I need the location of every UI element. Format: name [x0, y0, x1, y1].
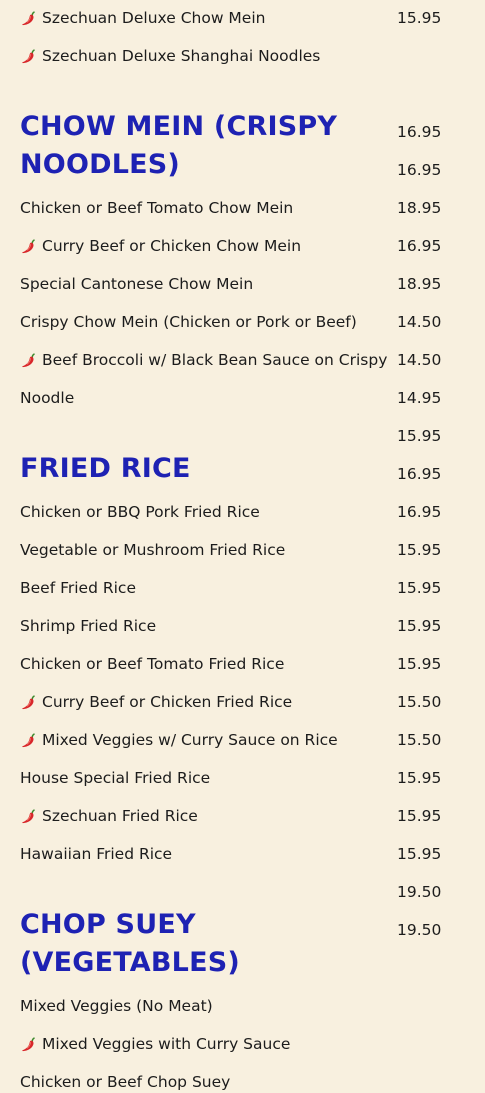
menu-item: Chicken or Beef Chop Suey [20, 1071, 390, 1093]
menu-item-name: House Special Fried Rice [20, 769, 211, 787]
menu-item: Beef Fried Rice [20, 577, 390, 599]
menu-item-name: Beef Fried Rice [20, 579, 136, 597]
menu-item: Chicken or BBQ Pork Fried Rice [20, 501, 390, 523]
menu-item-price: 15.95 [397, 541, 442, 559]
menu-item: Chicken or Beef Tomato Chow Mein [20, 197, 390, 219]
menu-item-price: 16.95 [397, 161, 442, 179]
menu-item: Special Cantonese Chow Mein [20, 273, 390, 295]
menu-item-price: 16.95 [397, 465, 442, 483]
menu-item-name: Noodle [20, 389, 75, 407]
menu-item-name: Special Cantonese Chow Mein [20, 275, 254, 293]
menu-item: Szechuan Fried Rice [20, 805, 390, 827]
menu-item-price: 15.95 [397, 845, 442, 863]
menu-item-name: Szechuan Deluxe Shanghai Noodles [42, 47, 321, 65]
menu-item-price: 15.95 [397, 9, 442, 27]
menu-item-name: Chicken or Beef Chop Suey [20, 1073, 231, 1091]
menu-item: Szechuan Deluxe Chow Mein [20, 7, 390, 29]
menu-item: Vegetable or Mushroom Fried Rice [20, 539, 390, 561]
menu-item-name: Mixed Veggies with Curry Sauce [42, 1035, 291, 1053]
section-heading: CHOP SUEY (VEGETABLES) [20, 906, 390, 982]
section-heading-line: NOODLES) [20, 149, 180, 180]
menu-item-price: 19.50 [397, 921, 442, 939]
menu-item-name: Chicken or Beef Tomato Fried Rice [20, 655, 285, 673]
menu-item-price: 15.95 [397, 617, 442, 635]
menu-item-name: Szechuan Deluxe Chow Mein [42, 9, 266, 27]
menu-item-name: Mixed Veggies w/ Curry Sauce on Rice [42, 731, 338, 749]
section-heading-line: FRIED RICE [20, 453, 191, 484]
menu-item-name: Crispy Chow Mein (Chicken or Pork or Bee… [20, 313, 357, 331]
menu-item: House Special Fried Rice [20, 767, 390, 789]
menu-item-price: 15.50 [397, 693, 442, 711]
section-heading: CHOW MEIN (CRISPY NOODLES) [20, 108, 390, 184]
menu-item-price: 14.95 [397, 389, 442, 407]
menu-item: Mixed Veggies (No Meat) [20, 995, 390, 1017]
menu-item: Mixed Veggies with Curry Sauce [20, 1033, 390, 1055]
menu-item: Szechuan Deluxe Shanghai Noodles [20, 45, 390, 67]
menu-item-price: 18.95 [397, 275, 442, 293]
menu-item: Mixed Veggies w/ Curry Sauce on Rice [20, 729, 390, 751]
menu-item-price: 15.95 [397, 427, 442, 445]
menu-item-name: Chicken or Beef Tomato Chow Mein [20, 199, 294, 217]
menu-item-price: 15.95 [397, 807, 442, 825]
chili-pepper-icon [22, 10, 35, 25]
chili-pepper-icon [22, 732, 35, 747]
menu-item: Shrimp Fried Rice [20, 615, 390, 637]
chili-pepper-icon [22, 352, 35, 367]
menu-item-price: 15.95 [397, 579, 442, 597]
menu-item-name: Shrimp Fried Rice [20, 617, 157, 635]
menu-item-price: 15.95 [397, 655, 442, 673]
menu-item-price: 16.95 [397, 503, 442, 521]
menu-item-price: 18.95 [397, 199, 442, 217]
chili-pepper-icon [22, 48, 35, 63]
menu-item-name: Vegetable or Mushroom Fried Rice [20, 541, 286, 559]
chili-pepper-icon [22, 694, 35, 709]
chili-pepper-icon [22, 238, 35, 253]
chili-pepper-icon [22, 1036, 35, 1051]
menu-item-name: Hawaiian Fried Rice [20, 845, 173, 863]
menu-item-price: 16.95 [397, 237, 442, 255]
menu-item-price: 15.50 [397, 731, 442, 749]
menu-item: Hawaiian Fried Rice [20, 843, 390, 865]
section-heading-line: CHOP SUEY [20, 909, 196, 940]
menu-item-price: 15.95 [397, 769, 442, 787]
menu-item: Noodle [20, 387, 390, 409]
section-heading-line: CHOW MEIN (CRISPY [20, 111, 338, 142]
menu-item-name: Beef Broccoli w/ Black Bean Sauce on Cri… [42, 351, 388, 369]
section-heading-line: (VEGETABLES) [20, 947, 240, 978]
menu-item: Beef Broccoli w/ Black Bean Sauce on Cri… [20, 349, 390, 371]
chili-pepper-icon [22, 808, 35, 823]
menu-item-name: Mixed Veggies (No Meat) [20, 997, 213, 1015]
menu-item-name: Szechuan Fried Rice [42, 807, 198, 825]
menu-item-price: 19.50 [397, 883, 442, 901]
menu-item: Curry Beef or Chicken Fried Rice [20, 691, 390, 713]
section-heading: FRIED RICE [20, 450, 390, 488]
menu-item-price: 14.50 [397, 351, 442, 369]
menu-item: Curry Beef or Chicken Chow Mein [20, 235, 390, 257]
menu-item-name: Curry Beef or Chicken Fried Rice [42, 693, 293, 711]
menu-item: Chicken or Beef Tomato Fried Rice [20, 653, 390, 675]
menu-item-name: Chicken or BBQ Pork Fried Rice [20, 503, 260, 521]
menu-item-price: 16.95 [397, 123, 442, 141]
menu-item-name: Curry Beef or Chicken Chow Mein [42, 237, 302, 255]
menu-item-price: 14.50 [397, 313, 442, 331]
menu-item: Crispy Chow Mein (Chicken or Pork or Bee… [20, 311, 390, 333]
